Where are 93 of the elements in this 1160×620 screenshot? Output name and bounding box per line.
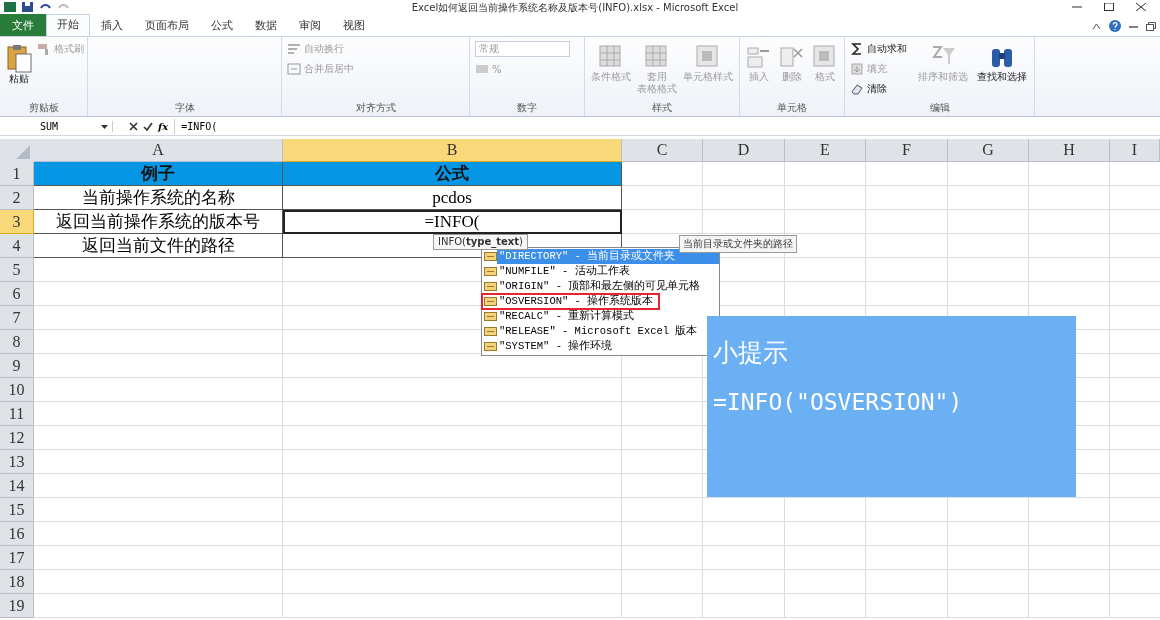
group-label: 对齐方式 bbox=[354, 101, 397, 115]
column-header[interactable]: H bbox=[1029, 139, 1110, 162]
column-header[interactable]: E bbox=[785, 139, 866, 162]
ribbon-tab[interactable]: 插入 bbox=[90, 15, 134, 36]
enter-icon[interactable] bbox=[143, 122, 153, 131]
merge-cells-icon bbox=[287, 62, 301, 76]
help-icon[interactable] bbox=[1109, 20, 1121, 32]
group-label: 剪贴板 bbox=[27, 101, 60, 115]
row-header[interactable]: 17 bbox=[0, 546, 34, 570]
autocomplete-item[interactable]: "RELEASE" - Microsoft Excel 版本 bbox=[482, 324, 700, 339]
column-header[interactable]: C bbox=[622, 139, 703, 162]
row-header[interactable]: 14 bbox=[0, 474, 34, 498]
ribbon-tab[interactable]: 视图 bbox=[332, 15, 376, 36]
fill-icon bbox=[850, 62, 864, 76]
argument-icon bbox=[484, 297, 497, 306]
argument-icon bbox=[484, 327, 497, 336]
formula-input[interactable]: =INFO( bbox=[174, 119, 1160, 134]
row-header[interactable]: 19 bbox=[0, 594, 34, 618]
row-header[interactable]: 4 bbox=[0, 234, 34, 258]
brush-icon bbox=[37, 42, 51, 56]
group-label: 样式 bbox=[651, 101, 673, 115]
ribbon-tab[interactable]: 开始 bbox=[46, 14, 90, 36]
collapse-ribbon-icon[interactable] bbox=[1092, 22, 1101, 30]
save-icon[interactable] bbox=[22, 2, 33, 12]
argument-icon bbox=[484, 252, 497, 261]
ribbon-button[interactable]: 粘贴 bbox=[5, 39, 33, 85]
group-label: 编辑 bbox=[928, 101, 951, 115]
table-cell: 返回当前操作系统的版本号 bbox=[34, 210, 283, 234]
table-cell: pcdos bbox=[283, 186, 622, 210]
ribbon-button[interactable]: 自动求和 bbox=[850, 42, 912, 56]
row-header[interactable]: 10 bbox=[0, 378, 34, 402]
ribbon-button[interactable]: 查找和选择 bbox=[974, 39, 1029, 83]
column-header[interactable]: A bbox=[34, 139, 283, 162]
ribbon-tab[interactable]: 页面布局 bbox=[134, 15, 200, 36]
name-box[interactable]: SUM bbox=[0, 119, 112, 134]
ribbon-tab[interactable]: 数据 bbox=[244, 15, 288, 36]
row-header[interactable]: 16 bbox=[0, 522, 34, 546]
column-header[interactable]: F bbox=[866, 139, 948, 162]
file-tab[interactable]: 文件 bbox=[0, 14, 46, 36]
column-header[interactable]: D bbox=[703, 139, 785, 162]
tip-formula: =INFO("OSVERSION") bbox=[713, 389, 964, 415]
row-header[interactable]: 9 bbox=[0, 354, 34, 378]
column-title-cell: 例子 bbox=[34, 162, 283, 186]
column-header[interactable]: I bbox=[1110, 139, 1160, 162]
window-title: Excel如何返回当前操作系统名称及版本号(INFO).xlsx - Microsoft Excel bbox=[411, 0, 739, 14]
group-label: 字体 bbox=[173, 101, 196, 115]
percent-icon bbox=[475, 62, 489, 76]
autocomplete-item[interactable]: "NUMFILE" - 活动工作表 bbox=[482, 264, 632, 279]
maximize-icon[interactable] bbox=[1104, 3, 1114, 11]
row-header[interactable]: 7 bbox=[0, 306, 34, 330]
row-header[interactable]: 18 bbox=[0, 570, 34, 594]
column-title-cell: 公式 bbox=[283, 162, 622, 186]
row-header[interactable]: 6 bbox=[0, 282, 34, 306]
group-label: 单元格 bbox=[776, 101, 808, 115]
tip-title: 小提示 bbox=[713, 337, 789, 369]
autocomplete-item[interactable]: "ORIGIN" - 顶部和最左侧的可见单元格 bbox=[482, 279, 703, 294]
row-header[interactable]: 1 bbox=[0, 162, 34, 186]
autocomplete-item[interactable]: "SYSTEM" - 操作环境 bbox=[482, 339, 615, 354]
row-header[interactable]: 2 bbox=[0, 186, 34, 210]
argument-icon bbox=[484, 342, 497, 351]
wrap-text-icon bbox=[287, 42, 301, 56]
column-header[interactable]: B bbox=[283, 139, 622, 162]
row-header[interactable]: 13 bbox=[0, 450, 34, 474]
function-hint: INFO(type_text) bbox=[433, 234, 528, 250]
row-header[interactable]: 5 bbox=[0, 258, 34, 282]
caret-icon bbox=[101, 124, 108, 129]
clipboard-icon bbox=[5, 43, 33, 73]
row-header[interactable]: 11 bbox=[0, 402, 34, 426]
eraser-icon bbox=[850, 82, 864, 96]
group-label: 数字 bbox=[516, 101, 538, 115]
row-header[interactable]: 15 bbox=[0, 498, 34, 522]
row-header[interactable]: 8 bbox=[0, 330, 34, 354]
cancel-icon[interactable] bbox=[129, 122, 138, 131]
argument-icon bbox=[484, 267, 497, 276]
argument-icon bbox=[484, 312, 497, 321]
minimize-icon[interactable] bbox=[1072, 3, 1082, 11]
row-header[interactable]: 12 bbox=[0, 426, 34, 450]
column-header[interactable]: G bbox=[948, 139, 1029, 162]
sigma-icon bbox=[850, 42, 864, 56]
insert-function-button[interactable]: fx bbox=[158, 121, 169, 132]
item-tooltip: 当前目录或文件夹的路径 bbox=[679, 235, 797, 253]
table-cell: 当前操作系统的名称 bbox=[34, 186, 283, 210]
ribbon-button[interactable]: 清除 bbox=[850, 82, 912, 96]
ribbon-tab[interactable]: 审阅 bbox=[288, 15, 332, 36]
argument-icon bbox=[484, 282, 497, 291]
close-icon[interactable] bbox=[1136, 3, 1146, 11]
ribbon-tab[interactable]: 公式 bbox=[200, 15, 244, 36]
table-cell: 返回当前文件的路径 bbox=[34, 234, 283, 258]
restore-icon[interactable] bbox=[1146, 21, 1156, 31]
row-header[interactable]: 3 bbox=[0, 210, 34, 234]
table-cell: =INFO( bbox=[283, 210, 622, 234]
autocomplete-item[interactable]: "RECALC" - 重新计算模式 bbox=[482, 309, 637, 324]
autocomplete-item[interactable]: "OSVERSION" - 操作系统版本 bbox=[482, 294, 660, 309]
